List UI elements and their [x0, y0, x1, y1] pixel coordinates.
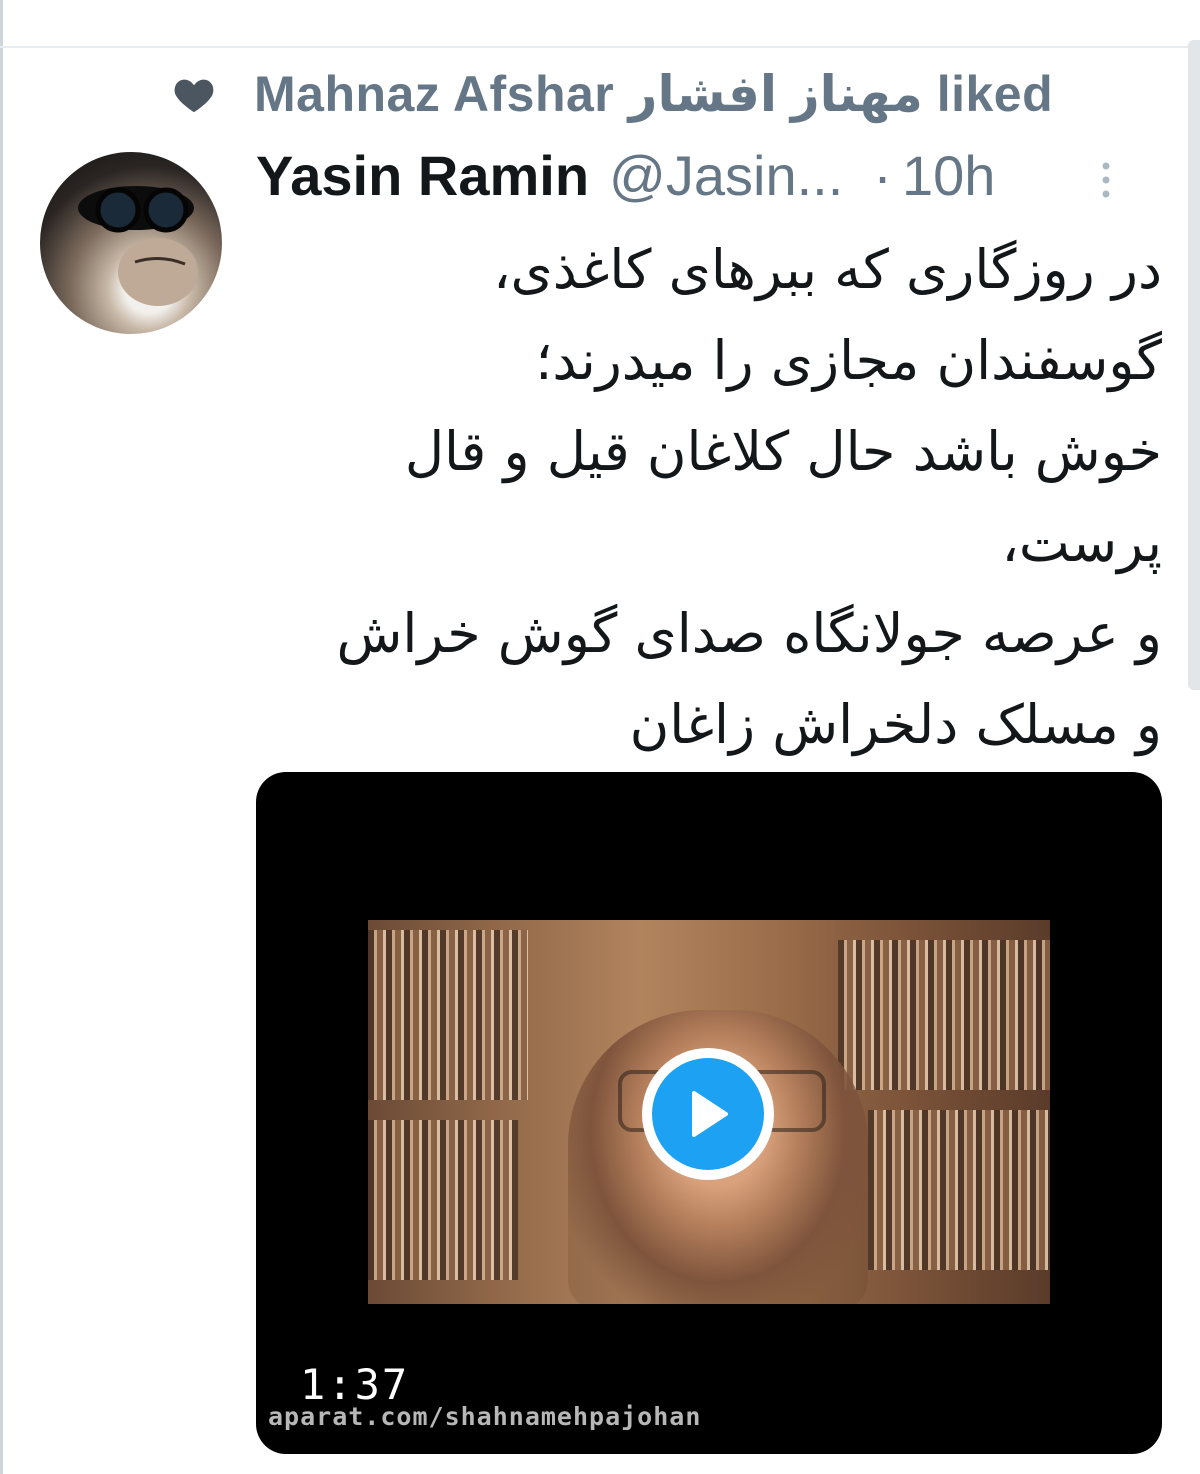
- author-handle[interactable]: @Jasin...: [609, 143, 843, 208]
- bookshelf: [368, 1120, 518, 1280]
- tweet-header: Yasin Ramin @Jasin... · 10h: [256, 140, 1160, 210]
- avatar-image: [78, 186, 198, 306]
- bookshelf: [368, 930, 528, 1100]
- video-watermark: aparat.com/shahnamehpajohan: [268, 1402, 702, 1431]
- tweet-line: پرست،: [1001, 511, 1162, 574]
- tweet-line: در روزگاری که ببرهای کاغذی،: [493, 238, 1162, 301]
- liker-name[interactable]: Mahnaz Afshar مهناز افشار: [254, 66, 923, 122]
- tweet-text: در روزگاری که ببرهای کاغذی، گوسفندان مجا…: [270, 224, 1162, 770]
- avatar[interactable]: [40, 152, 222, 334]
- bookshelf: [868, 1110, 1050, 1270]
- more-options-icon[interactable]: [1096, 158, 1116, 202]
- scrollbar[interactable]: [1188, 40, 1200, 690]
- left-border: [0, 0, 3, 1474]
- play-button[interactable]: [642, 1048, 774, 1180]
- author-name[interactable]: Yasin Ramin: [256, 143, 589, 208]
- play-icon: [652, 1058, 764, 1170]
- bookshelf: [838, 940, 1050, 1090]
- separator-dot: ·: [873, 143, 892, 207]
- video-player[interactable]: 1:37 aparat.com/shahnamehpajohan: [256, 772, 1162, 1454]
- liked-label: Mahnaz Afshar مهناز افشار liked: [254, 65, 1053, 123]
- tweet-time[interactable]: 10h: [902, 143, 995, 208]
- heart-icon: [170, 70, 218, 118]
- liked-action: liked: [936, 66, 1054, 122]
- tweet-line: خوش باشد حال کلاغان قیل و قال: [404, 420, 1162, 483]
- tweet-line: و عرصه جولانگاه صدای گوش خراش: [336, 602, 1162, 665]
- social-context[interactable]: Mahnaz Afshar مهناز افشار liked: [170, 64, 1080, 124]
- top-divider: [0, 46, 1200, 48]
- tweet-line: گوسفندان مجازی را میدرند؛: [535, 329, 1162, 392]
- tweet-screen: Mahnaz Afshar مهناز افشار liked Yasin Ra…: [0, 0, 1200, 1474]
- tweet-line: و مسلک دلخراش زاغان: [629, 693, 1162, 756]
